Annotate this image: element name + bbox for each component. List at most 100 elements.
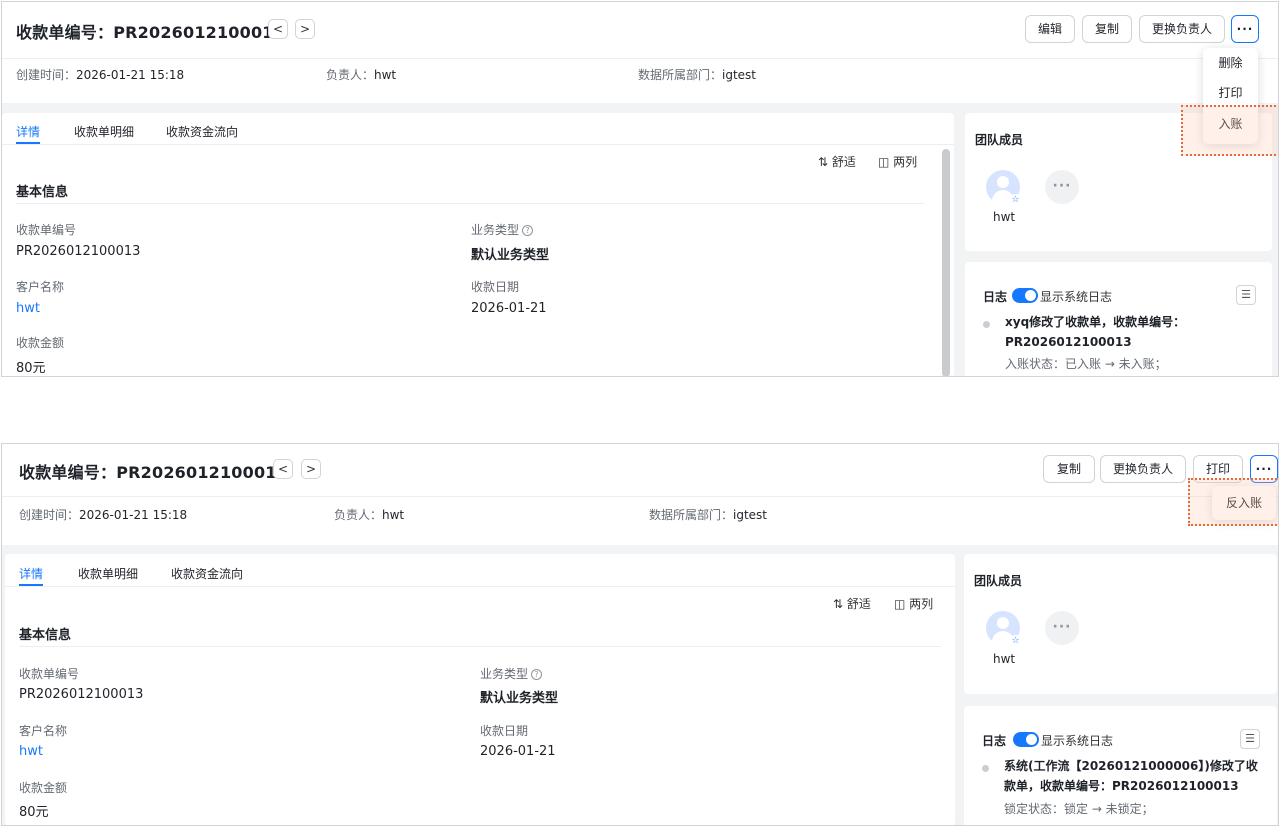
log-entry-line2: PR2026012100013 (1005, 335, 1132, 349)
log-card: 日志 显示系统日志 ☰ xyq修改了收款单，收款单编号： PR2026012100… (965, 262, 1272, 376)
more-button[interactable]: ··· (1231, 15, 1259, 43)
receipt-date-label: 收款日期 (480, 724, 529, 738)
chevron-left-icon: < (277, 462, 289, 476)
tab-details[interactable]: 详情 (16, 123, 40, 140)
more-dots-icon: ··· (1236, 22, 1254, 36)
log-change: 入账状态：已入账 → 未入账； (1005, 357, 1167, 371)
change-owner-button[interactable]: 更换负责人 (1139, 15, 1225, 43)
copy-button[interactable]: 复制 (1043, 455, 1095, 483)
section-divider (19, 646, 941, 647)
prev-record-button[interactable]: < (268, 19, 288, 39)
comfortable-label: 舒适 (846, 597, 871, 611)
system-log-toggle[interactable] (1013, 732, 1039, 747)
section-divider (16, 203, 924, 204)
customer-link[interactable]: hwt (19, 744, 43, 759)
more-members-button[interactable]: ··· (1045, 611, 1079, 645)
receipt-no-label: 收款单编号 (16, 223, 77, 237)
log-change: 锁定状态：锁定 → 未锁定； (1004, 802, 1154, 816)
star-icon: ☆ (1009, 194, 1022, 207)
created-time: 创建时间：2026-01-21 15:18 (16, 66, 184, 83)
two-columns-label: 两列 (909, 597, 934, 611)
title-number: PR2026012100013 (113, 23, 285, 42)
chevron-right-icon: > (305, 462, 317, 476)
detail-card: 详情 收款单明细 收款资金流向 ⇅ 舒适 ◫ 两列 基本信息 收款单编号 PR2… (2, 113, 954, 376)
next-record-button[interactable]: > (295, 19, 315, 39)
section-title: 基本信息 (16, 185, 69, 200)
title-label: 收款单编号： (16, 23, 114, 42)
change-owner-button[interactable]: 更换负责人 (1100, 455, 1186, 483)
help-icon[interactable]: ? (522, 225, 534, 236)
edit-button[interactable]: 编辑 (1025, 15, 1075, 43)
tab-fund-flow[interactable]: 收款资金流向 (166, 123, 238, 140)
member-name: hwt (993, 652, 1016, 666)
timeline-dot (982, 765, 989, 772)
section-title: 基本信息 (19, 628, 72, 643)
owner: 负责人：hwt (326, 66, 396, 83)
log-title: 日志 (983, 290, 1008, 304)
density-icon: ⇅ (833, 597, 844, 611)
business-type-label-text: 业务类型 (471, 223, 520, 237)
amount-label: 收款金额 (16, 336, 65, 350)
business-type-value: 默认业务类型 (480, 691, 559, 706)
system-log-label: 显示系统日志 (1041, 734, 1114, 748)
department: 数据所属部门：igtest (649, 506, 767, 523)
page-title: 收款单编号：PR2026012100013 (16, 19, 285, 43)
screenshot-before: 收款单编号：PR2026012100013 < > 编辑 复制 更换负责人 ··… (1, 1, 1279, 377)
business-type-label-text: 业务类型 (480, 667, 529, 681)
timeline-dot (983, 321, 990, 328)
more-members-button[interactable]: ··· (1045, 170, 1079, 204)
owner-label: 负责人： (326, 68, 375, 82)
scrollbar[interactable] (942, 149, 950, 376)
department: 数据所属部门：igtest (638, 66, 756, 83)
tab-divider (5, 586, 955, 587)
system-log-toggle[interactable] (1012, 288, 1038, 303)
department-value: igtest (733, 508, 768, 522)
tab-receipt-items[interactable]: 收款单明细 (78, 565, 138, 582)
customer-link[interactable]: hwt (16, 301, 40, 316)
chevron-left-icon: < (272, 22, 284, 36)
list-icon[interactable]: ☰ (1240, 729, 1260, 749)
department-label: 数据所属部门： (649, 508, 734, 522)
team-title: 团队成员 (974, 574, 1023, 588)
receipt-date-value: 2026-01-21 (480, 744, 556, 759)
record-header: 收款单编号：PR2026012100013 < > 编辑 复制 更换负责人 ··… (2, 2, 1278, 103)
comfortable-density-button[interactable]: ⇅ 舒适 (833, 595, 871, 612)
team-card: 团队成员 ☆ ··· hwt (964, 554, 1277, 694)
tab-divider (2, 144, 954, 145)
business-type-label: 业务类型? (480, 665, 543, 682)
log-entry-line1: 系统(工作流【20260121000006】)修改了收 (1004, 759, 1258, 773)
receipt-date-label: 收款日期 (471, 280, 520, 294)
chevron-right-icon: > (299, 22, 311, 36)
header-divider (2, 58, 1278, 59)
list-icon[interactable]: ☰ (1236, 285, 1256, 305)
business-type-label: 业务类型? (471, 221, 534, 238)
prev-record-button[interactable]: < (273, 459, 293, 479)
created-label: 创建时间： (16, 68, 77, 82)
star-icon: ☆ (1009, 635, 1022, 648)
tab-fund-flow[interactable]: 收款资金流向 (171, 565, 243, 582)
columns-icon: ◫ (878, 155, 890, 169)
created-value: 2026-01-21 15:18 (79, 508, 188, 522)
tab-receipt-items[interactable]: 收款单明细 (74, 123, 134, 140)
two-columns-button[interactable]: ◫ 两列 (878, 153, 917, 170)
comfortable-density-button[interactable]: ⇅ 舒适 (818, 153, 856, 170)
amount-label: 收款金额 (19, 781, 68, 795)
team-title: 团队成员 (975, 133, 1024, 147)
copy-button[interactable]: 复制 (1082, 15, 1132, 43)
next-record-button[interactable]: > (301, 459, 321, 479)
record-header: 收款单编号：PR2026012100013 < > 复制 更换负责人 打印 ··… (2, 444, 1278, 545)
title-label: 收款单编号： (19, 463, 117, 482)
created-value: 2026-01-21 15:18 (76, 68, 185, 82)
receipt-no-value: PR2026012100013 (19, 687, 144, 702)
menu-item-print[interactable]: 打印 (1203, 78, 1258, 108)
help-icon[interactable]: ? (531, 669, 543, 680)
two-columns-button[interactable]: ◫ 两列 (894, 595, 933, 612)
menu-item-delete[interactable]: 删除 (1203, 48, 1258, 78)
tab-details[interactable]: 详情 (19, 565, 43, 582)
amount-value: 80元 (16, 361, 46, 376)
title-number: PR2026012100013 (116, 463, 288, 482)
highlight-box (1181, 105, 1278, 156)
header-divider (2, 496, 1278, 497)
department-value: igtest (722, 68, 757, 82)
receipt-no-value: PR2026012100013 (16, 244, 141, 259)
